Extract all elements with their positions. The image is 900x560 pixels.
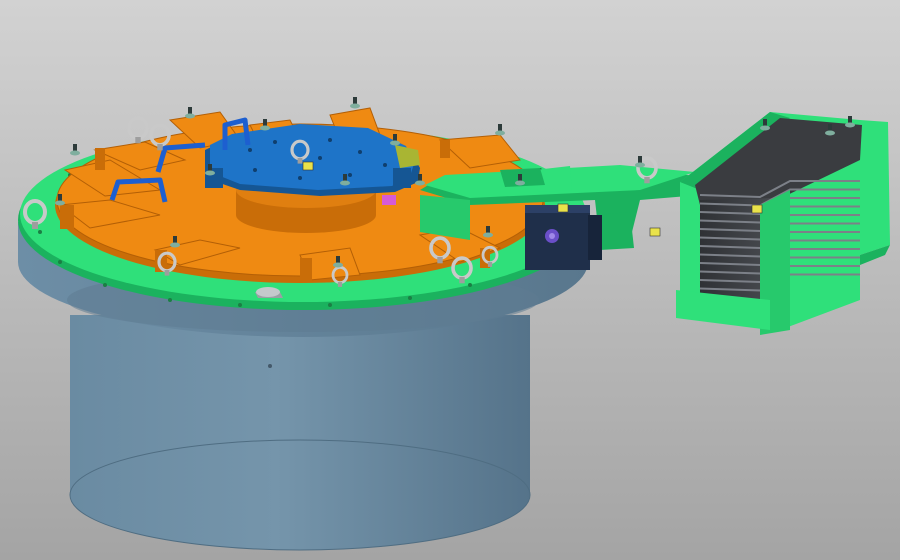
- cad-viewport[interactable]: [0, 0, 900, 560]
- lower-cylinder: [69, 315, 531, 551]
- cad-model-render[interactable]: [0, 0, 900, 560]
- magenta-accent: [382, 195, 396, 205]
